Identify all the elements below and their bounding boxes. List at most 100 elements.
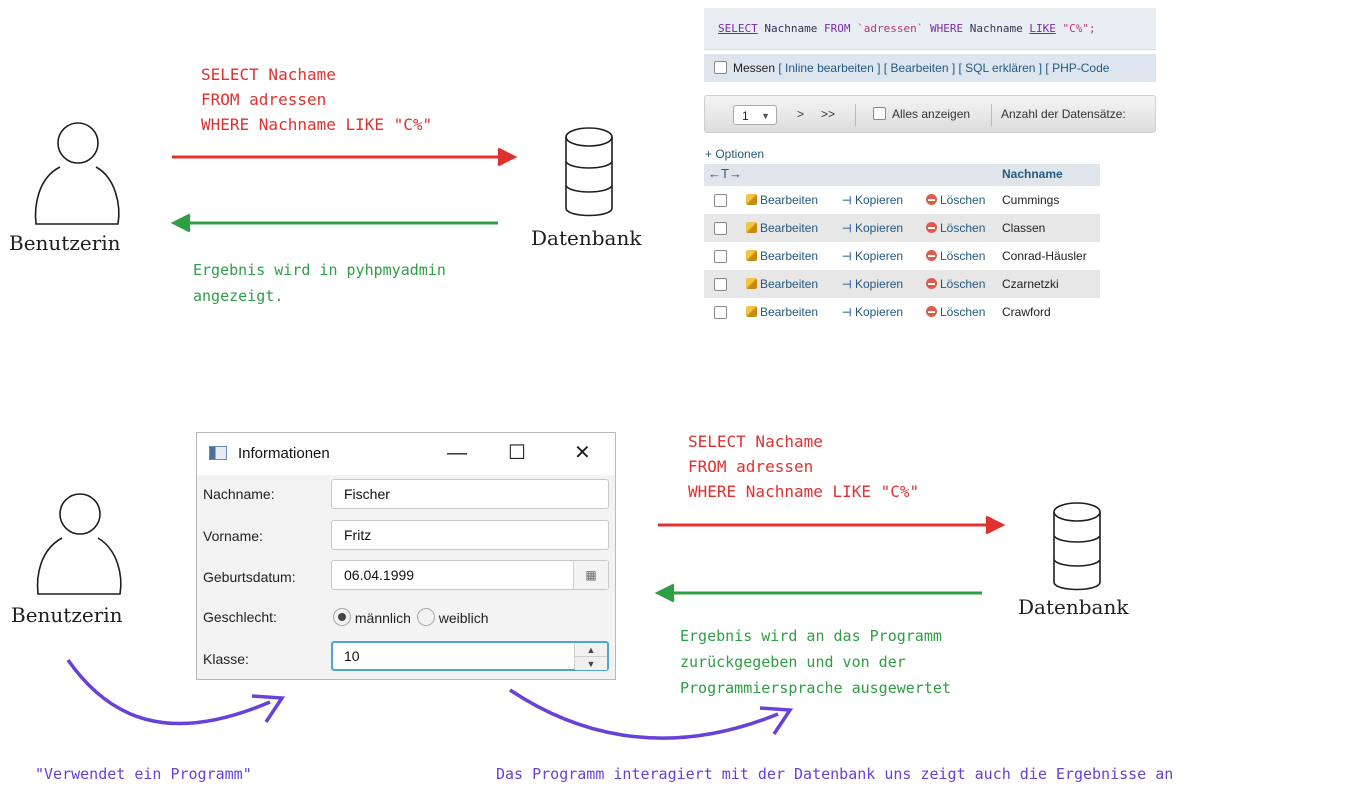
row-checkbox[interactable]: [714, 278, 727, 291]
user-label-top: Benutzerin: [9, 231, 121, 255]
nachname-cell: Conrad-Häusler: [1002, 249, 1087, 263]
delete-icon: [926, 222, 937, 233]
column-header-nachname[interactable]: Nachname: [1002, 167, 1063, 181]
table-row: Bearbeiten ⊣ Kopieren Löschen Czarnetzki: [704, 270, 1100, 298]
user-bottom-icon: [36, 493, 122, 595]
close-button[interactable]: ✕: [574, 441, 591, 465]
copy-link[interactable]: ⊣ Kopieren: [842, 242, 903, 270]
delete-icon: [926, 306, 937, 317]
query-line: WHERE Nachname LIKE "C%": [688, 482, 920, 501]
query-text-top: SELECT Nachame FROM adressen WHERE Nachn…: [201, 62, 432, 137]
nachname-cell: Classen: [1002, 221, 1046, 235]
divider: [855, 104, 856, 126]
spin-up-icon[interactable]: ▲: [575, 643, 607, 657]
query-line: FROM adressen: [688, 457, 814, 476]
pagination-bar: 1 ▼ > >> Alles anzeigen Anzahl der Datens…: [704, 95, 1156, 133]
delete-link[interactable]: Löschen: [926, 214, 985, 242]
edit-link[interactable]: Bearbeiten: [746, 214, 818, 242]
geburtsdatum-field[interactable]: 06.04.1999 ▦: [331, 560, 609, 590]
edit-label: Bearbeiten: [760, 193, 819, 207]
edit-link[interactable]: Bearbeiten: [746, 298, 818, 326]
page-select[interactable]: 1 ▼: [733, 105, 777, 125]
table-row: Bearbeiten ⊣ Kopieren Löschen Classen: [704, 214, 1100, 242]
request-arrow-top: [172, 147, 518, 167]
edit-link[interactable]: Bearbeiten: [746, 270, 818, 298]
delete-label: Löschen: [940, 305, 986, 319]
query-line: SELECT Nachame: [688, 432, 823, 451]
maximize-button[interactable]: ☐: [508, 441, 526, 465]
gender-radio-group: männlich weiblich: [333, 608, 489, 626]
delete-icon: [926, 278, 937, 289]
nachname-cell: Crawford: [1002, 305, 1051, 319]
nachname-field[interactable]: Fischer: [331, 479, 609, 509]
query-links[interactable]: [ Inline bearbeiten ] [ Bearbeiten ] [ S…: [778, 61, 1109, 75]
calendar-icon[interactable]: ▦: [573, 561, 608, 589]
klasse-value: 10: [344, 648, 360, 664]
delete-link[interactable]: Löschen: [926, 270, 985, 298]
show-all-checkbox[interactable]: [873, 107, 886, 120]
row-checkbox[interactable]: [714, 306, 727, 319]
radio-weiblich[interactable]: [416, 608, 435, 626]
db-label-top: Datenbank: [531, 226, 642, 250]
pencil-icon: [746, 278, 757, 289]
vorname-label: Vorname:: [203, 528, 263, 544]
app-icon: [209, 446, 227, 460]
sql-query-bar: SELECT Nachname FROM `adressen` WHERE Na…: [704, 8, 1156, 50]
delete-label: Löschen: [940, 249, 986, 263]
user-top-icon: [34, 122, 120, 225]
copy-label: Kopieren: [855, 193, 904, 207]
klasse-spinner[interactable]: 10 ▲ ▼: [331, 641, 609, 671]
edit-label: Bearbeiten: [760, 249, 819, 263]
copy-link[interactable]: ⊣ Kopieren: [842, 298, 903, 326]
edit-label: Bearbeiten: [760, 305, 819, 319]
row-checkbox[interactable]: [714, 194, 727, 207]
spin-down-icon[interactable]: ▼: [575, 657, 607, 670]
result-line: Ergebnis wird an das Programm: [680, 627, 942, 645]
query-line: SELECT Nachame: [201, 65, 336, 84]
vorname-field[interactable]: Fritz: [331, 520, 609, 550]
chevron-down-icon: ▼: [761, 111, 770, 121]
nachname-cell: Cummings: [1002, 193, 1060, 207]
messen-label: Messen: [733, 61, 776, 75]
query-line: FROM adressen: [201, 90, 327, 109]
copy-label: Kopieren: [855, 305, 904, 319]
dialog-titlebar: Informationen — ☐ ✕: [197, 433, 615, 475]
row-checkbox[interactable]: [714, 222, 727, 235]
result-line: angezeigt.: [193, 287, 284, 305]
page-value: 1: [742, 109, 749, 123]
copy-link[interactable]: ⊣ Kopieren: [842, 214, 903, 242]
row-count-label: Anzahl der Datensätze:: [1001, 107, 1126, 121]
delete-link[interactable]: Löschen: [926, 298, 985, 326]
delete-link[interactable]: Löschen: [926, 186, 985, 214]
show-all-toggle[interactable]: Alles anzeigen: [873, 96, 970, 132]
radio-maennlich[interactable]: [333, 608, 351, 626]
sql-keyword: SELECT: [718, 22, 758, 35]
delete-icon: [926, 194, 937, 205]
result-line: Programmiersprache ausgewertet: [680, 679, 951, 697]
nachname-label: Nachname:: [203, 486, 275, 502]
radio-weiblich-label[interactable]: weiblich: [439, 610, 489, 626]
last-page-button[interactable]: >>: [821, 96, 835, 132]
radio-maennlich-label[interactable]: männlich: [355, 610, 411, 626]
messen-checkbox[interactable]: [714, 61, 727, 74]
sql-token: Nachname: [963, 22, 1030, 35]
next-page-button[interactable]: >: [797, 96, 804, 132]
sql-string: "C%";: [1055, 22, 1096, 35]
sql-keyword: FROM: [823, 22, 851, 35]
copy-link[interactable]: ⊣ Kopieren: [842, 186, 903, 214]
delete-link[interactable]: Löschen: [926, 242, 985, 270]
delete-label: Löschen: [940, 193, 986, 207]
copy-link[interactable]: ⊣ Kopieren: [842, 270, 903, 298]
response-arrow-top: [170, 213, 498, 233]
column-arrows[interactable]: ←T→: [708, 166, 742, 181]
delete-label: Löschen: [940, 221, 986, 235]
options-link[interactable]: + Optionen: [705, 147, 764, 161]
row-checkbox[interactable]: [714, 250, 727, 263]
query-link-bar: Messen [ Inline bearbeiten ] [ Bearbeite…: [704, 54, 1156, 82]
sql-token: Nachname: [757, 22, 824, 35]
database-bottom-icon: [1053, 502, 1101, 591]
edit-link[interactable]: Bearbeiten: [746, 242, 818, 270]
edit-link[interactable]: Bearbeiten: [746, 186, 818, 214]
minimize-button[interactable]: —: [447, 441, 467, 465]
copy-icon: ⊣: [842, 195, 852, 207]
